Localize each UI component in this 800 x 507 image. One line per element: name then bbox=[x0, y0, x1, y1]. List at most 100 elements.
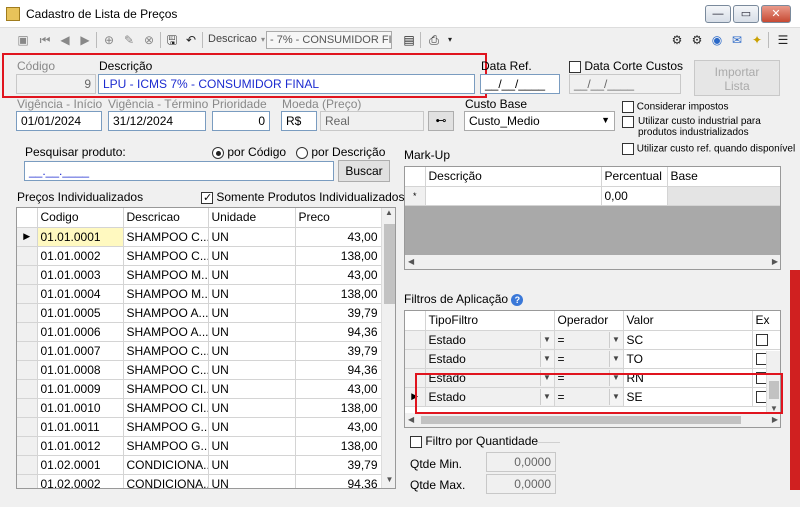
cell-preco[interactable]: 138,00 bbox=[295, 436, 382, 456]
cell-unidade[interactable]: UN bbox=[208, 455, 296, 475]
filtros-col-tipo[interactable]: TipoFiltro bbox=[425, 311, 555, 331]
col-descricao[interactable]: Descricao bbox=[123, 208, 209, 228]
maximize-button[interactable]: ▭ bbox=[733, 5, 759, 23]
print-dropdown-icon[interactable]: ▾ bbox=[441, 31, 459, 49]
considerar-impostos-checkbox[interactable] bbox=[622, 101, 634, 113]
row-header[interactable] bbox=[17, 398, 38, 418]
tool-icon-4[interactable]: ✉ bbox=[728, 31, 746, 49]
cell-unidade[interactable]: UN bbox=[208, 360, 296, 380]
filtros-scroll-right-icon[interactable]: ▶ bbox=[772, 415, 778, 424]
cell-descricao[interactable]: SHAMPOO C... bbox=[123, 227, 209, 247]
radio-codigo[interactable] bbox=[212, 146, 224, 159]
cell-codigo[interactable]: 01.01.0005 bbox=[37, 303, 124, 323]
cell-codigo[interactable]: 01.01.0009 bbox=[37, 379, 124, 399]
cell-preco[interactable]: 43,00 bbox=[295, 265, 382, 285]
cell-codigo[interactable]: 01.01.0002 bbox=[37, 246, 124, 266]
cell-descricao[interactable]: SHAMPOO CI... bbox=[123, 398, 209, 418]
scroll-right-icon[interactable]: ▶ bbox=[772, 257, 778, 266]
row-header[interactable] bbox=[17, 246, 38, 266]
data-corte-checkbox-row[interactable]: Data Corte Custos bbox=[569, 59, 683, 73]
chevron-down-icon[interactable]: ▼ bbox=[539, 350, 553, 367]
row-header[interactable] bbox=[17, 303, 38, 323]
tool-icon-3[interactable]: ◉ bbox=[708, 31, 726, 49]
considerar-impostos-option[interactable]: Considerar impostos bbox=[622, 101, 729, 113]
first-record-icon[interactable]: ⏮ bbox=[36, 31, 54, 49]
custo-industrial-checkbox[interactable] bbox=[622, 116, 634, 128]
cell-unidade[interactable]: UN bbox=[208, 303, 296, 323]
cell-preco[interactable]: 138,00 bbox=[295, 398, 382, 418]
table-row[interactable]: 01.01.0006 SHAMPOO A... UN 94,36 bbox=[17, 322, 382, 342]
col-unidade[interactable]: Unidade bbox=[208, 208, 296, 228]
cell-codigo[interactable]: 01.01.0004 bbox=[37, 284, 124, 304]
cell-unidade[interactable]: UN bbox=[208, 398, 296, 418]
cell-codigo[interactable]: 01.01.0012 bbox=[37, 436, 124, 456]
table-row[interactable]: 01.01.0002 SHAMPOO C... UN 138,00 bbox=[17, 246, 382, 266]
filtro-row[interactable]: Estado ▼ = ▼ SC bbox=[405, 330, 780, 350]
minimize-button[interactable]: — bbox=[705, 5, 731, 23]
cell-unidade[interactable]: UN bbox=[208, 322, 296, 342]
vigencia-inicio-field[interactable]: 01/01/2024 bbox=[16, 111, 102, 131]
markup-col-descricao[interactable]: Descrição bbox=[425, 167, 602, 187]
moeda-symbol-field[interactable]: R$ bbox=[281, 111, 317, 131]
cell-descricao[interactable]: SHAMPOO M... bbox=[123, 284, 209, 304]
cell-unidade[interactable]: UN bbox=[208, 265, 296, 285]
search-moeda-button[interactable]: ⊷ bbox=[428, 111, 454, 131]
row-header[interactable] bbox=[17, 360, 38, 380]
radio-descricao-option[interactable]: por Descrição bbox=[296, 145, 385, 159]
radio-descricao[interactable] bbox=[296, 146, 308, 159]
table-row[interactable]: 01.02.0002 CONDICIONA... UN 94,36 bbox=[17, 474, 382, 488]
cell-codigo[interactable]: 01.01.0007 bbox=[37, 341, 124, 361]
custo-industrial-option[interactable]: Utilizar custo industrial para produtos … bbox=[622, 116, 792, 138]
custo-ref-option[interactable]: Utilizar custo ref. quando disponível bbox=[622, 143, 795, 155]
table-row[interactable]: 01.01.0008 SHAMPOO C... UN 94,36 bbox=[17, 360, 382, 380]
markup-col-base[interactable]: Base bbox=[667, 167, 780, 187]
cell-codigo[interactable]: 01.01.0010 bbox=[37, 398, 124, 418]
scroll-left-icon[interactable]: ◀ bbox=[408, 257, 414, 266]
cell-valor[interactable]: SC bbox=[623, 330, 753, 350]
current-row-arrow-icon[interactable]: ▶ bbox=[17, 227, 38, 247]
cell-codigo[interactable]: 01.01.0008 bbox=[37, 360, 124, 380]
markup-new-percentual[interactable]: 0,00 bbox=[601, 186, 668, 206]
table-row[interactable]: 01.01.0012 SHAMPOO G... UN 138,00 bbox=[17, 436, 382, 456]
cell-preco[interactable]: 94,36 bbox=[295, 474, 382, 488]
filtros-col-operador[interactable]: Operador bbox=[554, 311, 624, 331]
next-record-icon[interactable]: ▶ bbox=[76, 31, 94, 49]
row-header[interactable] bbox=[17, 284, 38, 304]
table-row[interactable]: 01.01.0003 SHAMPOO M... UN 43,00 bbox=[17, 265, 382, 285]
scroll-up-icon[interactable]: ▲ bbox=[382, 208, 395, 222]
cell-preco[interactable]: 43,00 bbox=[295, 227, 382, 247]
markup-col-percentual[interactable]: Percentual bbox=[601, 167, 668, 187]
cell-unidade[interactable]: UN bbox=[208, 227, 296, 247]
cell-tipofiltro[interactable]: Estado ▼ bbox=[425, 330, 555, 350]
scroll-down-icon[interactable]: ▼ bbox=[382, 475, 395, 488]
prioridade-field[interactable]: 0 bbox=[212, 111, 270, 131]
cell-descricao[interactable]: SHAMPOO A... bbox=[123, 303, 209, 323]
cell-tipofiltro[interactable]: Estado ▼ bbox=[425, 349, 555, 369]
markup-new-descricao[interactable] bbox=[425, 186, 602, 206]
chevron-down-icon[interactable]: ▼ bbox=[608, 331, 622, 348]
data-corte-checkbox[interactable] bbox=[569, 60, 581, 73]
cell-descricao[interactable]: SHAMPOO M... bbox=[123, 265, 209, 285]
cell-descricao[interactable]: SHAMPOO C... bbox=[123, 360, 209, 380]
table-row[interactable]: 01.01.0004 SHAMPOO M... UN 138,00 bbox=[17, 284, 382, 304]
cell-operador[interactable]: = ▼ bbox=[554, 349, 624, 369]
cell-codigo[interactable]: 01.01.0006 bbox=[37, 322, 124, 342]
current-list-box[interactable]: - 7% - CONSUMIDOR FINAL bbox=[266, 31, 392, 49]
importar-lista-button[interactable]: Importar Lista bbox=[694, 60, 780, 96]
cell-preco[interactable]: 39,79 bbox=[295, 341, 382, 361]
filtros-scroll-left-icon[interactable]: ◀ bbox=[408, 415, 414, 424]
save-icon[interactable]: 🖫 bbox=[163, 31, 181, 49]
data-ref-field[interactable]: __/__/____ bbox=[480, 74, 560, 94]
filtros-hscroll-thumb[interactable] bbox=[421, 416, 741, 424]
markup-new-row[interactable]: * 0,00 bbox=[405, 186, 780, 206]
undo-icon[interactable]: ↶ bbox=[182, 31, 200, 49]
somente-checkbox[interactable] bbox=[201, 191, 213, 204]
cell-unidade[interactable]: UN bbox=[208, 474, 296, 488]
tool-icon-1[interactable]: ⚙ bbox=[668, 31, 686, 49]
cell-descricao[interactable]: CONDICIONA... bbox=[123, 455, 209, 475]
cell-unidade[interactable]: UN bbox=[208, 341, 296, 361]
cell-codigo[interactable]: 01.02.0002 bbox=[37, 474, 124, 488]
filtros-hscrollbar[interactable]: ◀ ▶ bbox=[405, 413, 780, 427]
cell-preco[interactable]: 94,36 bbox=[295, 360, 382, 380]
row-header[interactable] bbox=[17, 265, 38, 285]
